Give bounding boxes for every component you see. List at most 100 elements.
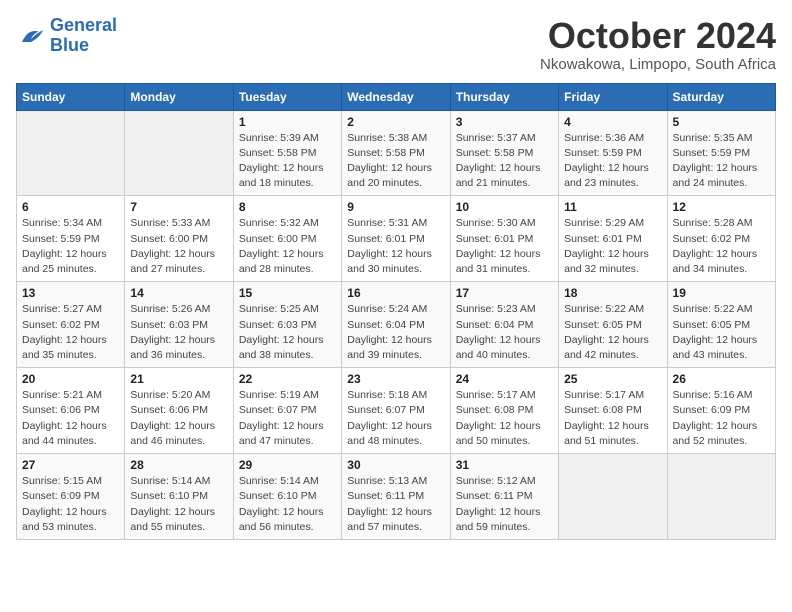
calendar-header-row: SundayMondayTuesdayWednesdayThursdayFrid… [17, 83, 776, 110]
day-info: Sunrise: 5:35 AMSunset: 5:59 PMDaylight:… [673, 131, 770, 192]
page-header: General Blue October 2024 Nkowakowa, Lim… [16, 16, 776, 73]
day-number: 12 [673, 200, 770, 214]
calendar-cell: 28 Sunrise: 5:14 AMSunset: 6:10 PMDayligh… [125, 454, 233, 540]
calendar-cell: 20 Sunrise: 5:21 AMSunset: 6:06 PMDayligh… [17, 368, 125, 454]
logo-text: General Blue [50, 16, 117, 56]
day-number: 3 [456, 115, 553, 129]
day-number: 6 [22, 200, 119, 214]
calendar-cell: 25 Sunrise: 5:17 AMSunset: 6:08 PMDayligh… [559, 368, 667, 454]
calendar-cell: 26 Sunrise: 5:16 AMSunset: 6:09 PMDayligh… [667, 368, 775, 454]
day-of-week-header: Monday [125, 83, 233, 110]
day-number: 23 [347, 372, 444, 386]
calendar-cell: 24 Sunrise: 5:17 AMSunset: 6:08 PMDayligh… [450, 368, 558, 454]
day-info: Sunrise: 5:17 AMSunset: 6:08 PMDaylight:… [456, 388, 553, 449]
day-info: Sunrise: 5:37 AMSunset: 5:58 PMDaylight:… [456, 131, 553, 192]
calendar-cell: 13 Sunrise: 5:27 AMSunset: 6:02 PMDayligh… [17, 282, 125, 368]
calendar-cell: 31Sunrise: 5:12 AMSunset: 6:11 PMDayligh… [450, 454, 558, 540]
day-number: 13 [22, 286, 119, 300]
day-info: Sunrise: 5:22 AMSunset: 6:05 PMDaylight:… [564, 302, 661, 363]
day-number: 29 [239, 458, 336, 472]
day-info: Sunrise: 5:18 AMSunset: 6:07 PMDaylight:… [347, 388, 444, 449]
day-info: Sunrise: 5:22 AMSunset: 6:05 PMDaylight:… [673, 302, 770, 363]
day-number: 15 [239, 286, 336, 300]
calendar-cell: 27Sunrise: 5:15 AMSunset: 6:09 PMDayligh… [17, 454, 125, 540]
day-number: 30 [347, 458, 444, 472]
calendar-cell: 9 Sunrise: 5:31 AMSunset: 6:01 PMDaylight… [342, 196, 450, 282]
day-info: Sunrise: 5:25 AMSunset: 6:03 PMDaylight:… [239, 302, 336, 363]
calendar-cell: 22 Sunrise: 5:19 AMSunset: 6:07 PMDayligh… [233, 368, 341, 454]
day-info: Sunrise: 5:38 AMSunset: 5:58 PMDaylight:… [347, 131, 444, 192]
calendar-cell: 2 Sunrise: 5:38 AMSunset: 5:58 PMDaylight… [342, 110, 450, 196]
calendar-week-row: 13 Sunrise: 5:27 AMSunset: 6:02 PMDayligh… [17, 282, 776, 368]
day-info: Sunrise: 5:14 AMSunset: 6:10 PMDaylight:… [130, 474, 227, 535]
day-info: Sunrise: 5:24 AMSunset: 6:04 PMDaylight:… [347, 302, 444, 363]
calendar-week-row: 1 Sunrise: 5:39 AMSunset: 5:58 PMDaylight… [17, 110, 776, 196]
calendar-cell: 14 Sunrise: 5:26 AMSunset: 6:03 PMDayligh… [125, 282, 233, 368]
day-of-week-header: Thursday [450, 83, 558, 110]
day-number: 20 [22, 372, 119, 386]
day-number: 7 [130, 200, 227, 214]
day-info: Sunrise: 5:14 AMSunset: 6:10 PMDaylight:… [239, 474, 336, 535]
calendar-week-row: 20 Sunrise: 5:21 AMSunset: 6:06 PMDayligh… [17, 368, 776, 454]
calendar-week-row: 27Sunrise: 5:15 AMSunset: 6:09 PMDayligh… [17, 454, 776, 540]
day-info: Sunrise: 5:16 AMSunset: 6:09 PMDaylight:… [673, 388, 770, 449]
day-of-week-header: Friday [559, 83, 667, 110]
day-info: Sunrise: 5:31 AMSunset: 6:01 PMDaylight:… [347, 216, 444, 277]
day-number: 1 [239, 115, 336, 129]
day-info: Sunrise: 5:28 AMSunset: 6:02 PMDaylight:… [673, 216, 770, 277]
day-number: 26 [673, 372, 770, 386]
day-of-week-header: Sunday [17, 83, 125, 110]
day-number: 18 [564, 286, 661, 300]
calendar-cell: 5 Sunrise: 5:35 AMSunset: 5:59 PMDaylight… [667, 110, 775, 196]
calendar-cell: 6Sunrise: 5:34 AMSunset: 5:59 PMDaylight… [17, 196, 125, 282]
calendar-cell: 8Sunrise: 5:32 AMSunset: 6:00 PMDaylight… [233, 196, 341, 282]
day-number: 27 [22, 458, 119, 472]
calendar-cell: 29 Sunrise: 5:14 AMSunset: 6:10 PMDayligh… [233, 454, 341, 540]
calendar-cell: 10 Sunrise: 5:30 AMSunset: 6:01 PMDayligh… [450, 196, 558, 282]
day-number: 24 [456, 372, 553, 386]
day-number: 22 [239, 372, 336, 386]
calendar-cell: 12 Sunrise: 5:28 AMSunset: 6:02 PMDayligh… [667, 196, 775, 282]
calendar-week-row: 6Sunrise: 5:34 AMSunset: 5:59 PMDaylight… [17, 196, 776, 282]
calendar-cell: 4Sunrise: 5:36 AMSunset: 5:59 PMDaylight… [559, 110, 667, 196]
location-subtitle: Nkowakowa, Limpopo, South Africa [540, 56, 776, 73]
day-number: 21 [130, 372, 227, 386]
day-info: Sunrise: 5:21 AMSunset: 6:06 PMDaylight:… [22, 388, 119, 449]
title-block: October 2024 Nkowakowa, Limpopo, South A… [540, 16, 776, 73]
day-number: 4 [564, 115, 661, 129]
logo: General Blue [16, 16, 117, 56]
day-of-week-header: Saturday [667, 83, 775, 110]
day-number: 5 [673, 115, 770, 129]
day-info: Sunrise: 5:19 AMSunset: 6:07 PMDaylight:… [239, 388, 336, 449]
day-info: Sunrise: 5:23 AMSunset: 6:04 PMDaylight:… [456, 302, 553, 363]
day-info: Sunrise: 5:30 AMSunset: 6:01 PMDaylight:… [456, 216, 553, 277]
calendar-cell: 1 Sunrise: 5:39 AMSunset: 5:58 PMDaylight… [233, 110, 341, 196]
day-number: 11 [564, 200, 661, 214]
day-info: Sunrise: 5:39 AMSunset: 5:58 PMDaylight:… [239, 131, 336, 192]
day-info: Sunrise: 5:33 AMSunset: 6:00 PMDaylight:… [130, 216, 227, 277]
day-info: Sunrise: 5:27 AMSunset: 6:02 PMDaylight:… [22, 302, 119, 363]
calendar-cell: 19 Sunrise: 5:22 AMSunset: 6:05 PMDayligh… [667, 282, 775, 368]
day-number: 17 [456, 286, 553, 300]
calendar-cell [17, 110, 125, 196]
day-number: 10 [456, 200, 553, 214]
calendar-cell: 16 Sunrise: 5:24 AMSunset: 6:04 PMDayligh… [342, 282, 450, 368]
day-of-week-header: Wednesday [342, 83, 450, 110]
day-number: 25 [564, 372, 661, 386]
day-number: 2 [347, 115, 444, 129]
day-of-week-header: Tuesday [233, 83, 341, 110]
day-number: 28 [130, 458, 227, 472]
day-number: 19 [673, 286, 770, 300]
calendar-cell: 15 Sunrise: 5:25 AMSunset: 6:03 PMDayligh… [233, 282, 341, 368]
day-info: Sunrise: 5:17 AMSunset: 6:08 PMDaylight:… [564, 388, 661, 449]
day-number: 14 [130, 286, 227, 300]
day-info: Sunrise: 5:29 AMSunset: 6:01 PMDaylight:… [564, 216, 661, 277]
day-info: Sunrise: 5:26 AMSunset: 6:03 PMDaylight:… [130, 302, 227, 363]
day-number: 9 [347, 200, 444, 214]
calendar-cell: 30Sunrise: 5:13 AMSunset: 6:11 PMDayligh… [342, 454, 450, 540]
calendar-cell: 3 Sunrise: 5:37 AMSunset: 5:58 PMDaylight… [450, 110, 558, 196]
calendar-cell [667, 454, 775, 540]
day-number: 16 [347, 286, 444, 300]
day-number: 31 [456, 458, 553, 472]
calendar-cell: 21Sunrise: 5:20 AMSunset: 6:06 PMDayligh… [125, 368, 233, 454]
